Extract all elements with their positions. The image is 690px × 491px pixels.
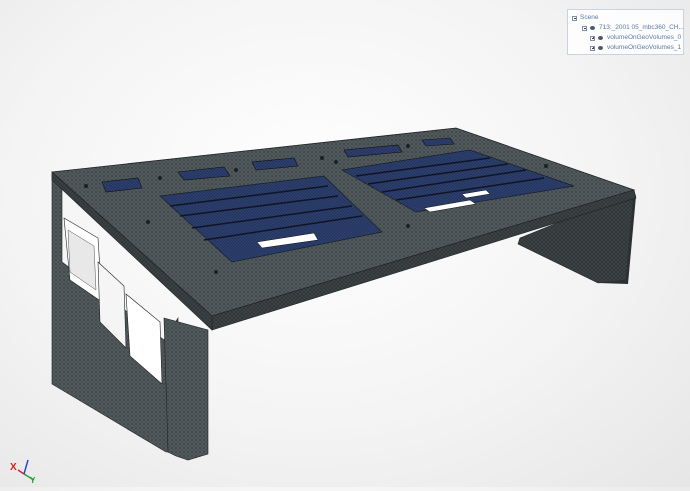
minus-toggle-icon[interactable]	[572, 15, 577, 21]
mesh-model[interactable]	[0, 0, 690, 487]
3d-viewport[interactable]: X Y	[0, 0, 690, 487]
tree-item-label: 713:_2001 05_mbc360_CH...	[599, 24, 684, 31]
plus-toggle-icon[interactable]	[590, 45, 595, 51]
tree-item[interactable]: 713:_2001 05_mbc360_CH...	[582, 23, 684, 33]
eye-icon[interactable]	[590, 26, 595, 30]
tree-item[interactable]: volumeOnGeoVolumes_1	[590, 43, 681, 53]
scene-root-label: Scene	[580, 14, 599, 21]
axis-y-label: Y	[30, 476, 36, 485]
tree-item[interactable]: volumeOnGeoVolumes_0	[590, 33, 681, 43]
eye-icon[interactable]	[598, 36, 603, 40]
tree-item-label: volumeOnGeoVolumes_0	[607, 34, 682, 41]
left-leg-front	[163, 317, 209, 461]
minus-toggle-icon[interactable]	[582, 25, 587, 31]
plus-toggle-icon[interactable]	[590, 35, 595, 41]
scene-tree-panel: Scene 713:_2001 05_mbc360_CH... volumeOn…	[567, 9, 684, 55]
axes-gizmo-icon: X Y	[6, 452, 40, 486]
tree-item-label: volumeOnGeoVolumes_1	[607, 44, 682, 51]
axis-x-label: X	[10, 462, 17, 473]
scene-root-row[interactable]: Scene	[572, 13, 598, 23]
eye-icon[interactable]	[598, 46, 603, 50]
